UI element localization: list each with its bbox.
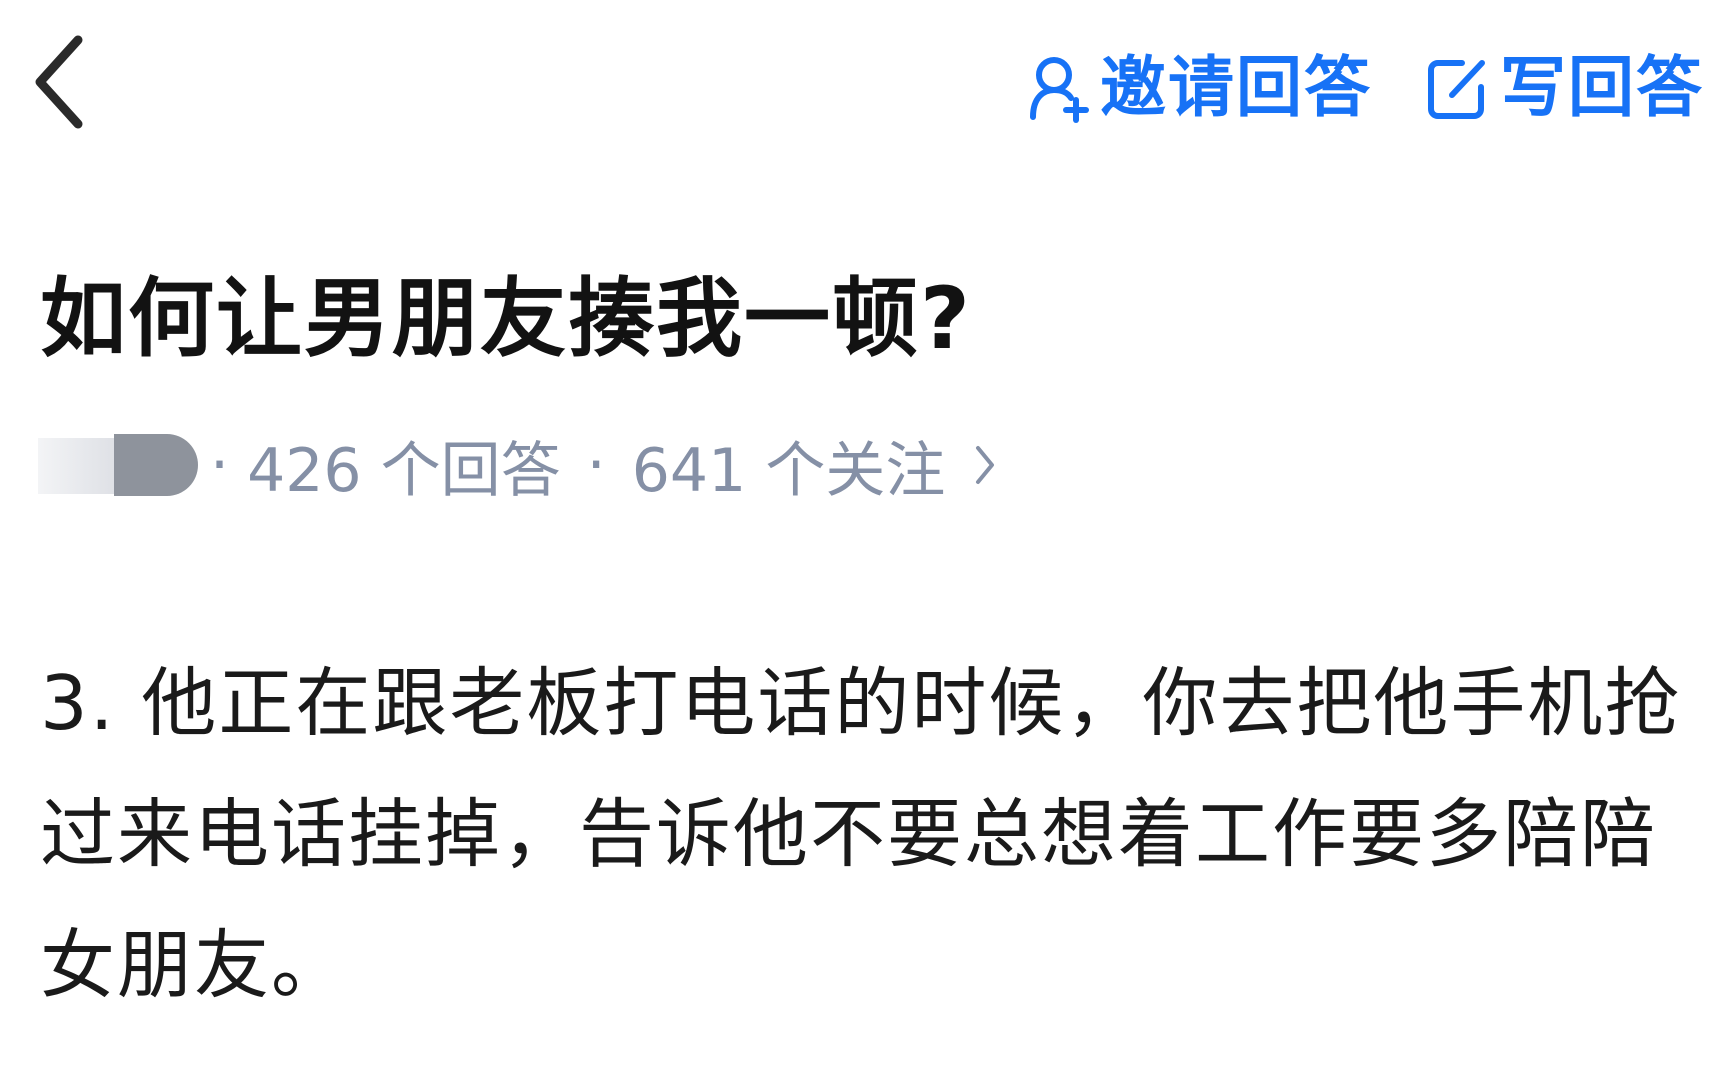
chevron-left-icon [35,35,83,129]
follower-count: 641 个关注 [631,435,946,506]
question-title: 如何让男朋友揍我一顿? [40,269,972,369]
answer-content: 3. 他正在跟老板打电话的时候，你去把他手机抢 过来电话挂掉，告诉他不要总想着工… [40,638,1700,1031]
header-actions: 邀请回答 写回答 [1028,38,1704,138]
topic-chip-redacted [38,434,198,496]
chevron-right-icon [973,443,997,487]
answer-line: 女朋友。 [40,921,349,1009]
question-meta[interactable]: · 426 个回答 · 641 个关注 [38,430,997,506]
meta-separator: · [210,430,230,500]
answer-line: 3. 他正在跟老板打电话的时候，你去把他手机抢 [40,659,1682,747]
meta-separator: · [586,430,606,500]
edit-icon [1428,60,1485,119]
invite-answer-button[interactable]: 邀请回答 [1028,53,1372,123]
write-answer-label: 写回答 [1500,49,1704,126]
top-bar: 邀请回答 写回答 [0,0,1728,180]
write-answer-button[interactable]: 写回答 [1426,55,1704,121]
back-button[interactable] [30,30,100,140]
invite-answer-label: 邀请回答 [1100,49,1372,126]
answer-count: 426 个回答 [247,435,561,506]
add-user-icon [1030,57,1089,123]
answer-line: 过来电话挂掉，告诉他不要总想着工作要多陪陪 [40,790,1658,878]
